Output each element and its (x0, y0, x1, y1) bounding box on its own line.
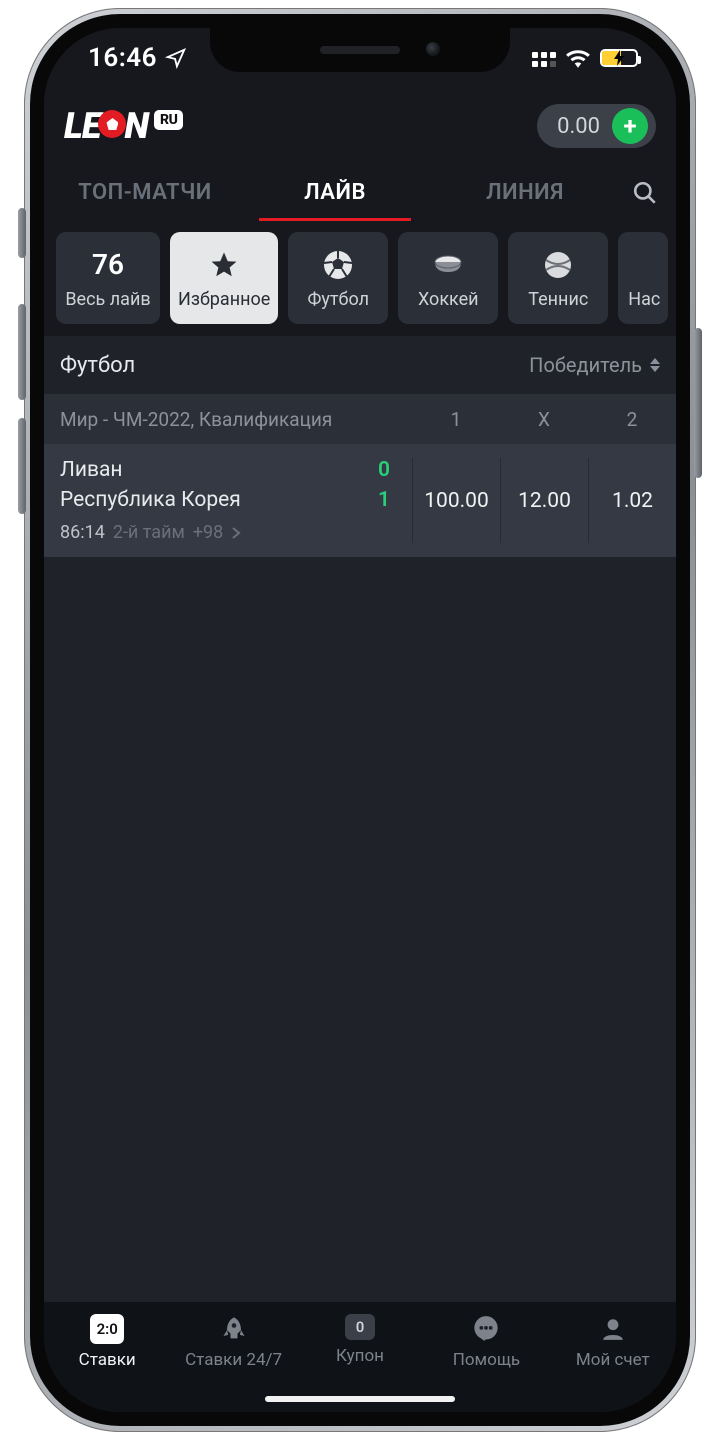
speaker (320, 46, 400, 54)
bottom-tab-label: Купон (336, 1346, 384, 1366)
cellular-icon (532, 52, 556, 67)
coupon-badge-icon: 0 (345, 1314, 375, 1340)
chip-count: 76 (92, 247, 124, 283)
chip-favorites[interactable]: Избранное (170, 232, 278, 324)
bottom-tab-label: Мой счет (576, 1350, 650, 1370)
sort-arrows-icon (650, 358, 660, 372)
hockey-icon (432, 252, 464, 278)
app-header: LE N RU 0.00 + (44, 88, 676, 164)
section-header: Футбол Победитель (44, 336, 676, 394)
logo[interactable]: LE N RU (64, 105, 183, 147)
volume-up-button[interactable] (18, 304, 26, 400)
phone-frame: 16:46 (24, 8, 696, 1432)
logo-badge: RU (154, 110, 183, 130)
col-2: 2 (588, 408, 676, 431)
soccer-icon (322, 249, 354, 281)
search-icon (632, 180, 658, 206)
chip-label: Футбол (307, 289, 369, 310)
deposit-button[interactable]: + (612, 108, 648, 144)
battery-icon (600, 49, 638, 67)
team1-score: 0 (378, 458, 404, 482)
chat-icon (472, 1315, 500, 1343)
match-row[interactable]: Ливан 0 Республика Корея 1 86:14 2-й тай… (44, 444, 676, 557)
sort-label: Победитель (529, 353, 642, 377)
balance-pill[interactable]: 0.00 + (537, 104, 656, 148)
odd-1[interactable]: 100.00 (412, 458, 500, 543)
star-icon (209, 250, 239, 280)
chip-label: Весь лайв (65, 289, 150, 310)
tab-live[interactable]: ЛАЙВ (240, 166, 430, 221)
front-camera (426, 42, 440, 56)
bottom-tab-label: Ставки 24/7 (185, 1350, 282, 1370)
odds-group: 100.00 12.00 1.02 (412, 458, 676, 543)
tab-top-matches[interactable]: ТОП-МАТЧИ (50, 166, 240, 221)
wifi-icon (565, 48, 591, 68)
league-name: Мир - ЧМ-2022, Квалификация (44, 408, 412, 431)
bottom-tab-bets247[interactable]: Ставки 24/7 (170, 1314, 296, 1370)
sport-chips[interactable]: 76 Весь лайв Избранное (44, 222, 676, 336)
tennis-icon (543, 250, 573, 280)
match-more-count: +98 (193, 522, 223, 543)
odd-x[interactable]: 12.00 (500, 458, 588, 543)
chip-hockey[interactable]: Хоккей (398, 232, 498, 324)
score-badge-icon: 2:0 (90, 1314, 124, 1344)
match-info[interactable]: Ливан 0 Республика Корея 1 86:14 2-й тай… (60, 458, 412, 543)
chip-tennis[interactable]: Теннис (508, 232, 608, 324)
rocket-icon (220, 1315, 248, 1343)
section-title: Футбол (60, 353, 135, 378)
power-button[interactable] (694, 328, 702, 478)
chip-more[interactable]: Нас (618, 232, 668, 324)
odd-2[interactable]: 1.02 (588, 458, 676, 543)
col-x: X (500, 408, 588, 431)
bottom-tab-help[interactable]: Помощь (423, 1314, 549, 1370)
chip-label: Нас (628, 289, 660, 310)
chip-football[interactable]: Футбол (288, 232, 388, 324)
bottom-tab-coupon[interactable]: 0 Купон (297, 1314, 423, 1366)
chip-label: Избранное (178, 289, 270, 310)
status-time: 16:46 (88, 43, 157, 73)
col-1: 1 (412, 408, 500, 431)
logo-text-right: N (124, 105, 148, 147)
chip-label: Хоккей (418, 289, 479, 310)
logo-ball-icon (98, 110, 126, 138)
main-tabs: ТОП-МАТЧИ ЛАЙВ ЛИНИЯ (44, 164, 676, 222)
bottom-tab-bets[interactable]: 2:0 Ставки (44, 1314, 170, 1370)
chip-label: Теннис (528, 289, 588, 310)
team2-score: 1 (378, 488, 404, 512)
team1-name: Ливан (60, 458, 123, 482)
chip-all-live[interactable]: 76 Весь лайв (56, 232, 160, 324)
team2-name: Республика Корея (60, 488, 241, 512)
logo-text-left: LE (64, 105, 100, 147)
match-period: 2-й тайм (113, 522, 185, 543)
bottom-tab-account[interactable]: Мой счет (550, 1314, 676, 1370)
content-filler (44, 557, 676, 1302)
balance-value: 0.00 (557, 114, 600, 139)
search-button[interactable] (620, 180, 670, 206)
notch (210, 28, 510, 72)
screen: 16:46 (44, 28, 676, 1412)
charging-icon (613, 50, 625, 66)
match-clock: 86:14 (60, 522, 105, 543)
bottom-tab-label: Ставки (79, 1350, 136, 1370)
silence-switch[interactable] (18, 208, 26, 258)
home-indicator[interactable] (265, 1396, 455, 1402)
bottom-tab-label: Помощь (453, 1350, 520, 1370)
league-row[interactable]: Мир - ЧМ-2022, Квалификация 1 X 2 (44, 394, 676, 444)
tab-line[interactable]: ЛИНИЯ (430, 166, 620, 221)
user-icon (600, 1316, 626, 1342)
volume-down-button[interactable] (18, 418, 26, 514)
location-icon (165, 47, 187, 69)
chevron-right-icon (231, 526, 241, 540)
sort-selector[interactable]: Победитель (529, 353, 660, 377)
